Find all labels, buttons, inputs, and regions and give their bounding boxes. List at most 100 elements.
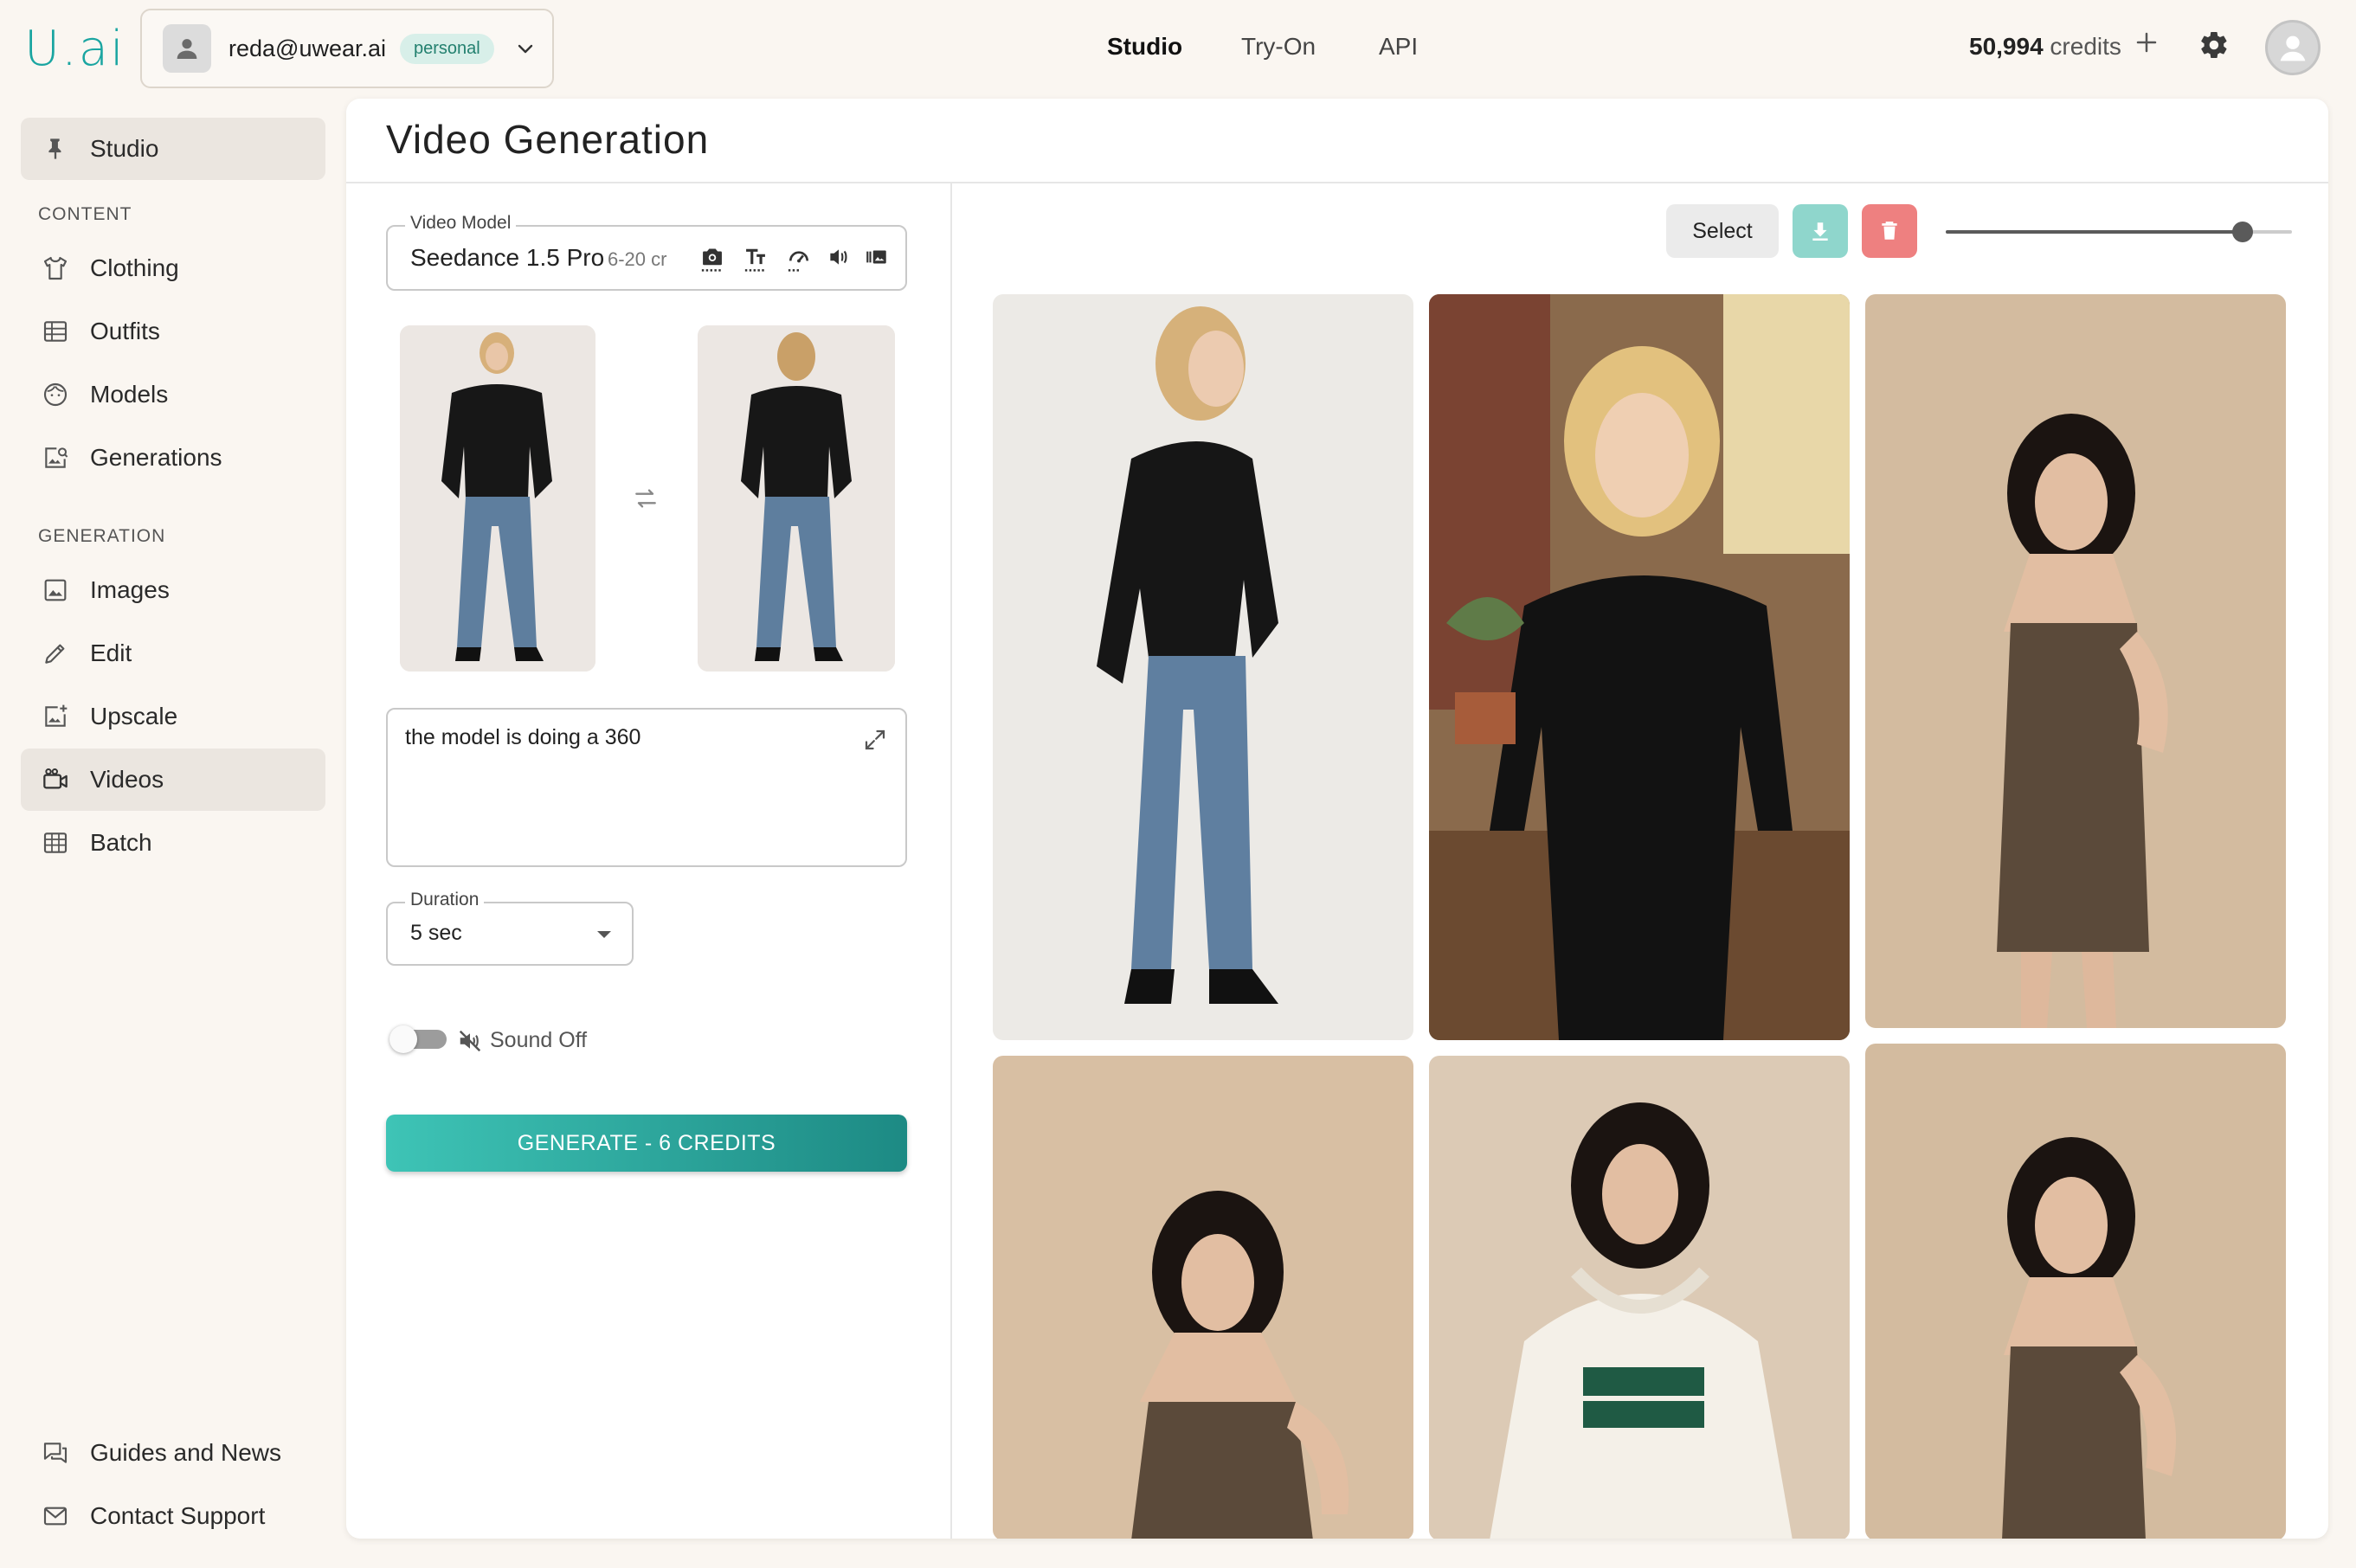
avatar[interactable]: [2265, 20, 2321, 75]
text-icon: [743, 244, 769, 273]
sidebar-item-edit[interactable]: Edit: [21, 622, 325, 684]
user-avatar-icon: [2280, 35, 2306, 61]
camera-icon: [699, 244, 725, 273]
model-side-walk-thumbnail: [993, 294, 1413, 1040]
sidebar-item-label: Clothing: [90, 254, 179, 281]
trash-icon: [1882, 222, 1897, 240]
add-credits-icon[interactable]: [2134, 29, 2160, 55]
zoom-slider-handle[interactable]: [2232, 222, 2253, 242]
pencil-icon: [38, 636, 73, 671]
gallery-video-5[interactable]: [1429, 1056, 1850, 1539]
video-model-cost: 6-20 cr: [608, 248, 667, 270]
gallery-video-4[interactable]: [993, 1056, 1413, 1539]
gallery-video-1[interactable]: [993, 294, 1413, 1040]
video-model-select[interactable]: Video Model Seedance 1.5 Pro 6-20 cr: [386, 213, 907, 291]
sidebar-item-batch[interactable]: Batch: [21, 812, 325, 874]
duration-value: 5 sec: [410, 921, 462, 945]
sidebar-item-upscale[interactable]: Upscale: [21, 685, 325, 748]
prompt-text: the model is doing a 360: [405, 725, 641, 749]
sidebar-item-label: Guides and News: [90, 1439, 282, 1466]
sidebar-section-content: CONTENT: [38, 204, 132, 224]
nav-try-on[interactable]: Try-On: [1241, 33, 1316, 61]
volume-off-icon: [457, 1028, 483, 1054]
sidebar-item-label: Edit: [90, 639, 132, 666]
nav-api[interactable]: API: [1379, 33, 1418, 61]
chevron-down-icon: [515, 38, 536, 59]
header-divider: [346, 182, 2328, 183]
sound-label: Sound Off: [490, 1028, 588, 1052]
credits-amount: 50,994: [1969, 33, 2044, 60]
model-brown-dress-thumbnail: [1865, 294, 2286, 1028]
volume-icon: [827, 244, 850, 270]
select-button[interactable]: Select: [1666, 204, 1779, 258]
gallery-video-2[interactable]: [1429, 294, 1850, 1040]
delete-button[interactable]: [1862, 204, 1917, 258]
sidebar-item-generations[interactable]: Generations: [21, 427, 325, 489]
sidebar-item-studio[interactable]: Studio: [21, 118, 325, 180]
mail-icon: [38, 1499, 73, 1533]
account-switcher[interactable]: reda@uwear.ai personal: [140, 9, 554, 88]
sidebar-item-label: Outfits: [90, 318, 160, 344]
model-front-illustration: [400, 325, 595, 672]
panel-divider: [950, 183, 952, 1539]
prompt-textarea[interactable]: the model is doing a 360: [386, 708, 907, 867]
nav-studio[interactable]: Studio: [1107, 33, 1182, 61]
video-model-name: Seedance 1.5 Pro: [410, 244, 605, 271]
account-badge: personal: [400, 33, 494, 64]
sidebar-item-outfits[interactable]: Outfits: [21, 300, 325, 363]
sidebar-item-label: Images: [90, 576, 170, 603]
start-frame-image[interactable]: [400, 325, 595, 672]
sidebar-item-guides[interactable]: Guides and News: [21, 1422, 325, 1484]
face-icon: [38, 377, 73, 412]
sidebar-item-label: Models: [90, 381, 169, 408]
model-brown-dress-thumbnail: [993, 1056, 1413, 1539]
end-frame-image[interactable]: [698, 325, 895, 672]
expand-icon[interactable]: [862, 727, 888, 753]
sound-toggle-knob[interactable]: [389, 1025, 417, 1053]
sidebar-item-models[interactable]: Models: [21, 363, 325, 426]
generate-button[interactable]: GENERATE - 6 CREDITS: [386, 1115, 907, 1172]
image-search-icon: [38, 440, 73, 475]
duration-label: Duration: [405, 890, 485, 910]
sidebar: Studio CONTENT Clothing Outfits Models G…: [0, 95, 346, 1568]
download-icon: [1812, 222, 1828, 241]
model-hoodie-thumbnail: [1429, 1056, 1850, 1539]
sidebar-item-label: Upscale: [90, 703, 178, 729]
page-title: Video Generation: [386, 117, 710, 162]
model-cafe-thumbnail: [1429, 294, 1850, 1040]
gallery-icon: [864, 244, 890, 270]
credits-display: 50,994 credits: [1969, 33, 2121, 61]
gear-icon[interactable]: [2198, 29, 2230, 61]
sidebar-item-clothing[interactable]: Clothing: [21, 237, 325, 299]
sidebar-item-label: Videos: [90, 766, 164, 793]
video-model-label: Video Model: [405, 213, 517, 234]
sidebar-item-videos[interactable]: Videos: [21, 749, 325, 811]
sidebar-item-label: Studio: [90, 135, 159, 162]
model-brown-dress-thumbnail: [1865, 1044, 2286, 1539]
zoom-slider-fill: [1946, 230, 2243, 234]
app-logo[interactable]: U.ai: [24, 21, 126, 77]
image-plus-icon: [38, 699, 73, 734]
swap-frames-icon[interactable]: [630, 485, 661, 512]
sidebar-item-label: Contact Support: [90, 1502, 266, 1529]
gallery-video-3[interactable]: [1865, 294, 2286, 1028]
tshirt-icon: [38, 251, 73, 286]
download-button[interactable]: [1793, 204, 1848, 258]
image-icon: [38, 573, 73, 607]
duration-select[interactable]: Duration 5 sec: [386, 890, 634, 966]
sidebar-section-generation: GENERATION: [38, 526, 166, 546]
top-bar: U.ai reda@uwear.ai personal Studio Try-O…: [0, 0, 2356, 95]
sidebar-item-images[interactable]: Images: [21, 559, 325, 621]
speed-icon: [786, 244, 812, 273]
sidebar-item-label: Batch: [90, 829, 152, 856]
caret-down-icon: [595, 929, 613, 940]
table-icon: [38, 826, 73, 860]
sidebar-item-support[interactable]: Contact Support: [21, 1485, 325, 1547]
sidebar-item-label: Generations: [90, 444, 222, 471]
gallery-video-6[interactable]: [1865, 1044, 2286, 1539]
main-panel: Video Generation Video Model Seedance 1.…: [346, 99, 2328, 1539]
video-camera-icon: [38, 762, 73, 797]
chat-icon: [38, 1436, 73, 1470]
grid-list-icon: [38, 314, 73, 349]
pin-icon: [38, 132, 73, 166]
